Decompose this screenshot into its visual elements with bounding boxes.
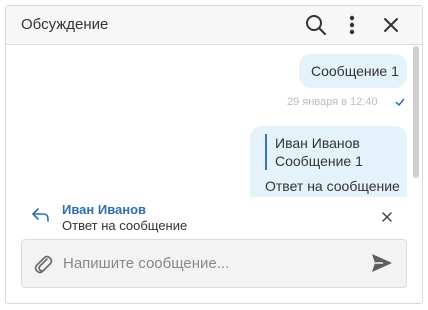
more-vertical-icon bbox=[349, 15, 355, 35]
message-timestamp: 29 января в 12:40 bbox=[287, 96, 378, 108]
paperclip-icon[interactable] bbox=[33, 253, 53, 275]
quoted-message[interactable]: Иван Иванов Сообщение 1 bbox=[265, 134, 363, 170]
close-icon bbox=[384, 18, 398, 32]
quoted-text: Сообщение 1 bbox=[275, 153, 363, 169]
panel-title: Обсуждение bbox=[21, 16, 109, 33]
close-icon[interactable] bbox=[380, 210, 394, 224]
reply-author: Иван Иванов bbox=[62, 202, 147, 217]
reply-text: Ответ на сообщение bbox=[62, 218, 188, 233]
message-text: Сообщение 1 bbox=[311, 63, 399, 79]
message-input[interactable] bbox=[63, 244, 363, 282]
message-bubble[interactable]: Сообщение 1 bbox=[299, 54, 407, 88]
close-panel-button[interactable] bbox=[378, 12, 404, 38]
search-button[interactable] bbox=[303, 12, 329, 38]
message-list[interactable]: Сообщение 1 29 января в 12:40 Иван Ивано… bbox=[6, 45, 422, 197]
message-bubble[interactable]: Иван Иванов Сообщение 1 Ответ на сообщен… bbox=[250, 126, 407, 197]
quoted-author: Иван Иванов bbox=[275, 135, 360, 151]
check-icon bbox=[395, 98, 405, 106]
panel-header: Обсуждение bbox=[6, 6, 422, 45]
scrollbar[interactable] bbox=[413, 46, 419, 178]
more-options-button[interactable] bbox=[339, 12, 365, 38]
search-icon bbox=[306, 15, 326, 35]
send-icon[interactable] bbox=[371, 253, 393, 273]
reply-icon bbox=[32, 208, 49, 222]
message-composer bbox=[21, 239, 407, 288]
reply-preview: Иван Иванов Ответ на сообщение bbox=[6, 197, 422, 237]
message-text: Ответ на сообщение bbox=[265, 178, 400, 194]
discussion-panel: Обсуждение Сообщение 1 29 января в 12:40… bbox=[5, 5, 423, 304]
